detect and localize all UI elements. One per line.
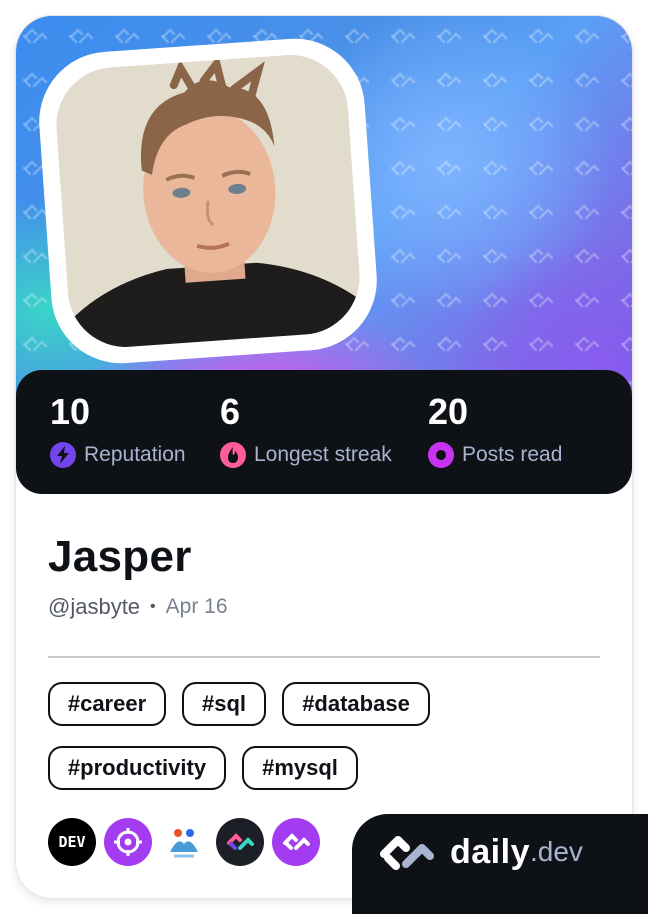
separator-dot: • (150, 598, 156, 615)
daily-purple-source-icon[interactable] (272, 818, 320, 866)
dev-to-icon[interactable]: DEV (48, 818, 96, 866)
posts-read-value: 20 (428, 391, 469, 432)
daily-gradient-source-icon[interactable] (216, 818, 264, 866)
lightning-icon (50, 442, 76, 468)
crosshair-source-icon[interactable] (104, 818, 152, 866)
tag-mysql[interactable]: #mysql (242, 746, 358, 790)
dev-to-label: DEV (58, 833, 86, 851)
reputation-label: Reputation (84, 443, 186, 466)
stat-reputation: 10 Reputation (50, 390, 186, 468)
handle-row: @jasbyte • Apr 16 (48, 594, 228, 620)
profile-handle[interactable]: @jasbyte (48, 594, 140, 620)
profile-date: Apr 16 (165, 595, 228, 618)
streak-value: 6 (220, 391, 241, 432)
reputation-value: 10 (50, 391, 91, 432)
brand-daily-text: daily (450, 832, 530, 871)
stat-longest-streak: 6 Longest streak (220, 390, 392, 468)
stats-bar: 10 Reputation 6 Longest streak 20 Posts … (16, 370, 632, 494)
streak-label: Longest streak (254, 443, 392, 466)
tag-productivity[interactable]: #productivity (48, 746, 226, 790)
flame-icon (220, 442, 246, 468)
tag-career[interactable]: #career (48, 682, 166, 726)
profile-name: Jasper (48, 532, 192, 581)
daily-dev-logo-icon (380, 836, 434, 870)
divider (48, 656, 600, 658)
eye-ring-icon (428, 442, 454, 468)
daily-dev-brand: daily .dev (352, 814, 648, 914)
people-source-icon[interactable] (160, 818, 208, 866)
tag-database[interactable]: #database (282, 682, 430, 726)
avatar (52, 51, 364, 351)
tag-sql[interactable]: #sql (182, 682, 266, 726)
stat-posts-read: 20 Posts read (428, 390, 562, 468)
brand-dev-text: .dev (529, 836, 583, 867)
avatar-photo (52, 51, 364, 351)
posts-read-label: Posts read (462, 443, 563, 466)
